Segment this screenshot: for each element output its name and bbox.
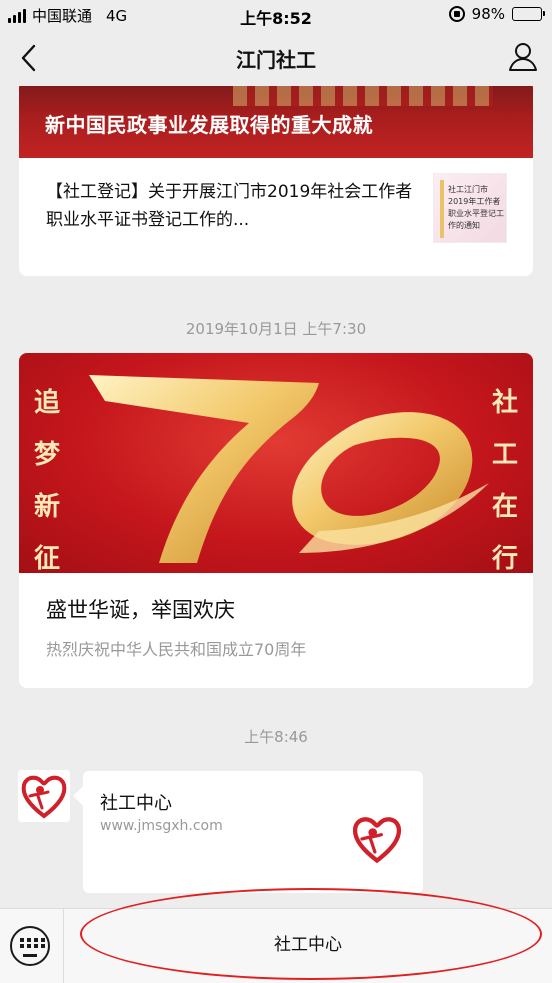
banner-slogan-left: 追梦新征 [33, 388, 60, 573]
celebration-subtitle: 热烈庆祝中华人民共和国成立70周年 [46, 640, 307, 659]
heart-logo-icon [352, 817, 402, 864]
timestamp: 上午8:46 [244, 728, 308, 746]
message-feed[interactable]: 新中国民政事业发展取得的重大成就 【社工登记】关于开展江门市2019年社会工作者… [0, 86, 552, 908]
status-right: 98% [448, 5, 545, 23]
keyboard-space-key [23, 954, 37, 957]
battery-percent: 98% [471, 5, 505, 23]
avatar[interactable] [18, 770, 70, 822]
thumbnail-text: 社工江门市2019年工作者职业水平登记工作的通知 [448, 185, 504, 230]
status-bar: 中国联通 4G 上午8:52 98% [0, 0, 552, 30]
link-url: www.jmsgxh.com [100, 818, 223, 834]
link-message-bubble[interactable]: 社工中心 www.jmsgxh.com [83, 771, 423, 893]
page-title: 江门社工 [236, 48, 316, 72]
nav-bar: 江门社工 [0, 30, 552, 86]
article-card[interactable]: 新中国民政事业发展取得的重大成就 【社工登记】关于开展江门市2019年社会工作者… [19, 86, 533, 276]
keyboard-toggle-button[interactable] [10, 926, 50, 966]
link-thumbnail [349, 811, 405, 867]
celebration-title[interactable]: 盛世华诞，举国欢庆 [46, 594, 235, 624]
celebration-banner[interactable]: 追梦新征 社工在行 [19, 353, 533, 573]
article-banner[interactable]: 新中国民政事业发展取得的重大成就 [19, 86, 533, 158]
battery-icon [512, 7, 545, 21]
heart-logo-icon [21, 775, 67, 819]
person-icon [509, 43, 537, 71]
timestamp: 2019年10月1日 上午7:30 [185, 320, 367, 338]
article-item-title[interactable]: 【社工登记】关于开展江门市2019年社会工作者职业水平证书登记工作的... [46, 178, 426, 234]
banner-caption: 新中国民政事业发展取得的重大成就 [45, 113, 373, 137]
thumb-stripe [440, 180, 444, 238]
link-title: 社工中心 [100, 793, 172, 814]
article-thumbnail[interactable]: 社工江门市2019年工作者职业水平登记工作的通知 [433, 173, 507, 243]
banner-decoration [233, 86, 493, 106]
seventy-graphic [89, 375, 489, 563]
rotation-lock-icon [448, 6, 465, 22]
keyboard-icon [20, 938, 45, 948]
banner-slogan-right: 社工在行 [491, 388, 518, 573]
highlight-annotation [80, 888, 542, 980]
profile-button[interactable] [506, 40, 540, 74]
celebration-card[interactable]: 追梦新征 社工在行 盛世华诞，举国欢庆 热烈庆祝中华人民共和国成立70周年 [19, 353, 533, 688]
